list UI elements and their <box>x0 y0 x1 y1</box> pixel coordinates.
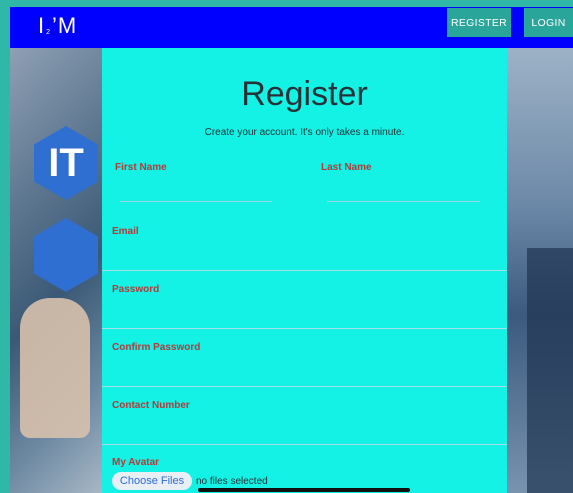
confirm-password-input[interactable] <box>112 360 501 384</box>
register-form: Register Create your account. It's only … <box>102 48 507 493</box>
first-name-input[interactable] <box>120 182 276 202</box>
logo-suffix: ’M <box>52 13 78 38</box>
email-input[interactable] <box>112 244 501 268</box>
email-divider <box>102 270 507 271</box>
first-name-underline <box>120 201 272 202</box>
pointing-hand-image <box>20 298 90 438</box>
logo-letter: I <box>38 13 46 38</box>
confirm-password-divider <box>102 386 507 387</box>
contact-number-label: Contact Number <box>112 400 190 411</box>
avatar-label: My Avatar <box>112 457 160 468</box>
register-button[interactable]: REGISTER <box>447 8 511 37</box>
logo-subscript: 2 <box>46 29 52 36</box>
background-image-left: IT <box>10 48 102 493</box>
confirm-password-label: Confirm Password <box>112 342 201 353</box>
page-subtitle: Create your account. It's only takes a m… <box>204 127 405 138</box>
it-hexagon-badge: IT <box>34 126 98 200</box>
last-name-label: Last Name <box>321 162 372 173</box>
last-name-input[interactable] <box>327 182 484 202</box>
email-label: Email <box>112 226 139 237</box>
no-files-text: no files selected <box>196 476 268 487</box>
choose-files-button[interactable]: Choose Files <box>112 472 192 490</box>
last-name-underline <box>327 201 480 202</box>
business-suit-image <box>527 248 573 493</box>
contact-number-divider <box>102 444 507 445</box>
login-button[interactable]: LOGIN <box>524 8 573 37</box>
hexagon-shape <box>34 218 98 292</box>
background-image-right <box>507 48 573 493</box>
page-title: Register <box>241 75 368 113</box>
password-divider <box>102 328 507 329</box>
it-badge-text: IT <box>48 140 84 185</box>
home-indicator[interactable] <box>198 488 410 492</box>
window-frame-left <box>0 0 10 493</box>
window-frame-top <box>0 0 573 7</box>
site-logo[interactable]: I 2 ’M <box>38 13 77 39</box>
contact-number-input[interactable] <box>112 418 501 442</box>
password-input[interactable] <box>112 302 501 326</box>
navbar: I 2 ’M REGISTER LOGIN <box>10 7 573 48</box>
password-label: Password <box>112 284 160 295</box>
first-name-label: First Name <box>115 162 167 173</box>
